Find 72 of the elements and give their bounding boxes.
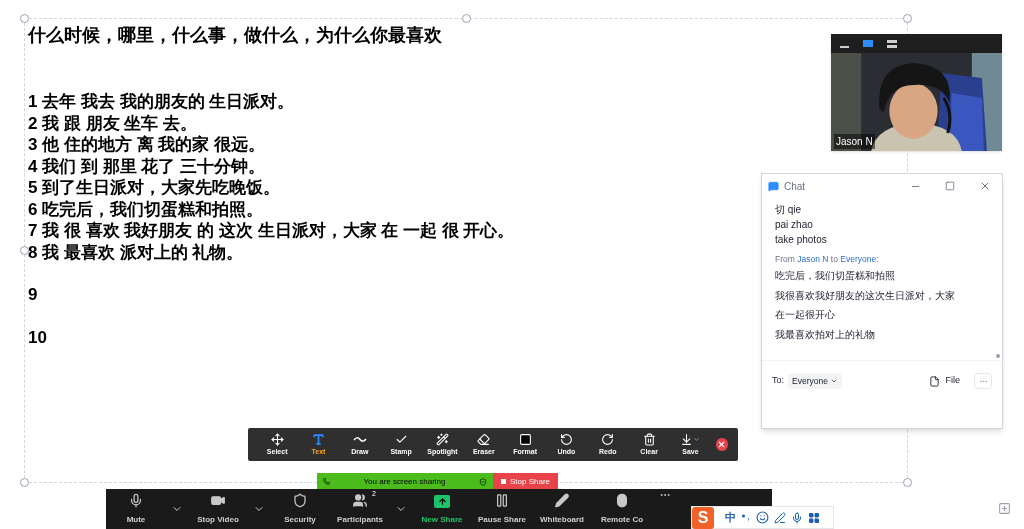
shield-icon <box>479 477 487 486</box>
document-line: 7 我 很 喜欢 我好朋友 的 这次 生日派对，大家 在 一起 很 开心。 <box>28 220 515 242</box>
add-window-icon[interactable] <box>998 502 1011 515</box>
grid-icon[interactable] <box>808 511 820 524</box>
square-icon <box>518 432 532 446</box>
camera-icon <box>209 493 227 508</box>
punctuation-icon[interactable] <box>741 512 751 523</box>
resize-handle[interactable] <box>903 14 912 23</box>
maximize-icon <box>945 181 955 191</box>
phone-icon <box>323 478 330 485</box>
text-icon <box>312 432 325 446</box>
trash-icon <box>642 432 656 446</box>
redo-icon <box>601 432 615 446</box>
document-line: 9 <box>28 284 38 306</box>
people-icon <box>351 493 369 508</box>
speaker-view-button[interactable] <box>862 37 874 50</box>
save-icon <box>680 432 694 446</box>
resize-handle[interactable] <box>20 14 29 23</box>
sharing-status: You are screen sharing <box>362 475 447 488</box>
document-line: 1 去年 我去 我的朋友的 生日派对。 <box>28 91 295 113</box>
resize-handle[interactable] <box>462 14 471 23</box>
chat-logo-icon <box>768 180 779 192</box>
stop-icon <box>501 479 506 484</box>
chat-message: take photos <box>775 233 827 247</box>
microphone-icon[interactable] <box>791 511 803 524</box>
wand-icon <box>435 432 449 446</box>
document-line: 5 到了生日派对，大家先吃晚饭。 <box>28 177 281 199</box>
chat-message: 在一起很开心 <box>775 308 835 322</box>
move-icon <box>270 432 284 446</box>
document-line: 4 我们 到 那里 花了 三十分钟。 <box>28 155 266 177</box>
meeting-control[interactable]: Whiteboard <box>532 489 592 529</box>
document-line: 3 他 住的地方 离 我的家 很远。 <box>28 134 266 156</box>
close-icon <box>717 440 727 449</box>
document-line: 8 我 最喜欢 派对上的 礼物。 <box>28 241 244 263</box>
chat-message: 我很喜欢我好朋友的这次生日派对，大家 <box>775 288 955 303</box>
resize-handle[interactable] <box>20 246 29 255</box>
language-mode-button[interactable]: 中 <box>725 509 736 526</box>
meeting-control[interactable]: Pause Share <box>472 489 532 529</box>
window-title: Chat <box>784 179 806 194</box>
file-button[interactable]: File <box>929 374 960 388</box>
close-icon <box>979 180 991 192</box>
recipient-dropdown[interactable]: Everyone <box>788 373 842 389</box>
meeting-control[interactable]: Security <box>270 489 330 529</box>
undo-icon <box>559 432 573 446</box>
pen-icon[interactable] <box>774 511 786 524</box>
gallery-view-button[interactable] <box>886 37 898 50</box>
eraser-icon <box>477 432 491 446</box>
message-header: From Jason N to Everyone: <box>775 253 879 266</box>
document-line: 2 我 跟 朋友 坐车 去。 <box>28 112 198 134</box>
pencil-icon <box>553 493 571 508</box>
shield-icon <box>291 493 309 508</box>
chat-message: 切 qie <box>775 203 802 217</box>
chat-message: pai zhao <box>775 218 813 232</box>
caret-icon <box>693 435 701 443</box>
resize-handle[interactable] <box>903 478 912 487</box>
emoji-icon[interactable] <box>756 511 769 524</box>
file-icon <box>929 375 941 387</box>
close-toolbar-button[interactable] <box>715 438 729 451</box>
document-title: 什么时候，哪里，什么事，做什么，为什么你最喜欢 <box>28 24 442 47</box>
resize-handle[interactable] <box>20 478 29 487</box>
participant-name: Jason N <box>834 134 875 149</box>
chat-message: 吃完后，我们切蛋糕和拍照 <box>775 269 895 283</box>
meeting-control[interactable]: New Share <box>412 489 472 529</box>
document-line: 6 吃完后，我们切蛋糕和拍照。 <box>28 198 264 220</box>
share-icon <box>434 495 450 508</box>
document-line: 10 <box>28 326 47 348</box>
meeting-control[interactable]: Mute <box>106 489 166 529</box>
recipient-label: To: <box>772 374 784 388</box>
meeting-control[interactable]: Stop Video <box>188 489 248 529</box>
caret-icon <box>829 377 838 385</box>
meeting-control[interactable]: Remote Co <box>592 489 652 529</box>
chat-message: 我最喜欢拍对上的礼物 <box>775 327 875 342</box>
